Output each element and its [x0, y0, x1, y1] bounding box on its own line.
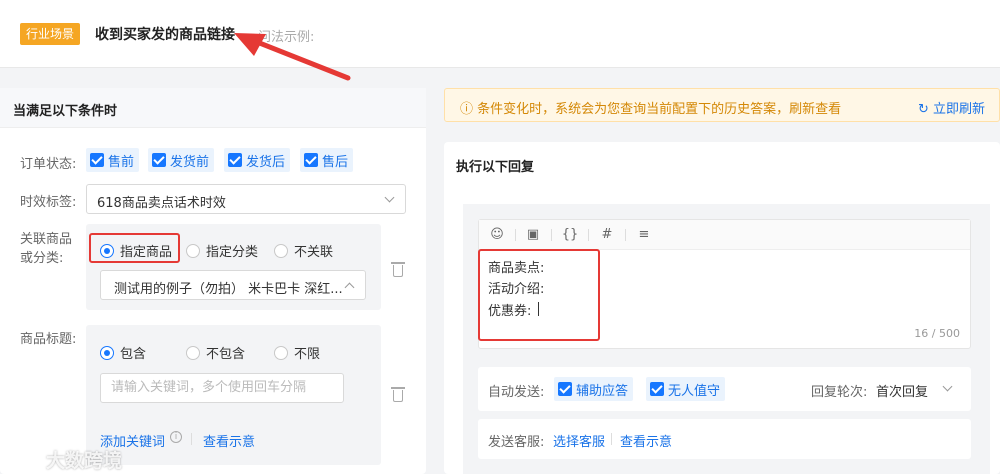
- radio-not-contains[interactable]: 不包含: [186, 343, 245, 362]
- radio-icon: [274, 345, 288, 360]
- checkbox-checked-icon: [90, 153, 104, 167]
- refresh-now-link[interactable]: ↻ 立即刷新: [918, 98, 985, 117]
- editor-toolbar: ☺ ▣ {} # ≡: [479, 220, 970, 250]
- variable-icon[interactable]: {}: [561, 226, 579, 244]
- editor-line-selling-points: 商品卖点:: [488, 261, 545, 276]
- delete-icon[interactable]: [391, 262, 405, 277]
- radio-unlimited[interactable]: 不限: [274, 343, 320, 362]
- view-example-link[interactable]: 查看示意: [203, 431, 255, 450]
- text-cursor: [538, 302, 539, 316]
- info-icon: i: [170, 431, 182, 443]
- checkbox-checked-icon: [228, 153, 242, 167]
- divider: [588, 229, 589, 241]
- header-bar: 行业场景 收到买家发的商品链接 问法示例:: [0, 0, 1000, 68]
- divider: [611, 433, 612, 445]
- related-label-line1: 关联商品: [20, 232, 73, 247]
- product-select[interactable]: 测试用的例子（勿拍） 米卡巴卡 深红...: [100, 270, 366, 300]
- auto-send-row: 自动发送: 辅助应答 无人值守 回复轮次: 首次回复: [478, 367, 971, 411]
- radio-contains[interactable]: 包含: [100, 343, 146, 362]
- auto-send-label: 自动发送:: [488, 385, 545, 400]
- conditions-title: 当满足以下条件时: [13, 104, 118, 119]
- keyword-input[interactable]: 请输入关键词，多个使用回车分隔: [100, 373, 344, 403]
- select-service-link[interactable]: 选择客服: [553, 431, 605, 450]
- product-select-value: 测试用的例子（勿拍） 米卡巴卡 深红...: [114, 282, 343, 297]
- scene-title: 收到买家发的商品链接: [95, 27, 235, 43]
- editor-line-coupon: 优惠券:: [488, 304, 532, 319]
- chevron-down-icon: [384, 192, 395, 203]
- radio-icon: [186, 243, 200, 258]
- time-tag-select[interactable]: 618商品卖点话术时效: [86, 184, 406, 214]
- editor-line-activity: 活动介绍:: [488, 282, 545, 297]
- watermark: 大数跨境: [8, 446, 122, 473]
- related-options-box: 指定商品 指定分类 不关联 测试用的例子（勿拍） 米卡巴卡 深红...: [86, 224, 381, 310]
- industry-scene-tag: 行业场景: [20, 23, 81, 45]
- reply-rounds-value: 首次回复: [876, 385, 929, 400]
- delete-icon[interactable]: [391, 387, 405, 402]
- product-title-label: 商品标题:: [20, 332, 77, 347]
- char-counter: 16 / 500: [914, 327, 960, 340]
- reply-title: 执行以下回复: [456, 160, 535, 175]
- product-title-box: 包含 不包含 不限 请输入关键词，多个使用回车分隔 添加关键词 i 查看示意: [86, 325, 381, 465]
- checkbox-checked-icon: [650, 382, 664, 396]
- send-service-row: 发送客服: 选择客服 查看示意: [478, 419, 971, 459]
- radio-icon: [274, 243, 288, 258]
- order-status-presale[interactable]: 售前: [86, 148, 140, 172]
- separator-icon[interactable]: ≡: [635, 226, 653, 244]
- order-status-before-ship[interactable]: 发货前: [148, 148, 215, 172]
- related-label-line2: 或分类:: [20, 251, 64, 266]
- order-status-after-ship[interactable]: 发货后: [224, 148, 291, 172]
- chevron-down-icon: [942, 381, 953, 392]
- checkbox-checked-icon: [558, 382, 572, 396]
- time-tag-label: 时效标签:: [20, 195, 77, 210]
- radio-specified-category[interactable]: 指定分类: [186, 241, 258, 260]
- divider: [515, 229, 516, 241]
- hashtag-icon[interactable]: #: [598, 226, 616, 244]
- conditions-panel: 当满足以下条件时 订单状态: 售前 发货前 发货后 售后 时效标签: 618商品…: [0, 88, 426, 474]
- radio-selected-icon: [100, 243, 114, 258]
- chevron-up-icon: [344, 282, 355, 293]
- watermark-logo-icon: [8, 451, 42, 469]
- emoji-icon[interactable]: ☺: [488, 226, 506, 244]
- auto-send-assist[interactable]: 辅助应答: [554, 377, 634, 401]
- radio-icon: [186, 345, 200, 360]
- annotation-arrow: [234, 33, 351, 81]
- send-service-label: 发送客服:: [488, 435, 545, 450]
- reply-rounds-select[interactable]: 首次回复: [876, 375, 961, 403]
- notice-bar: ⓘ 条件变化时，系统会为您查询当前配置下的历史答案，刷新查看 ↻ 立即刷新: [444, 88, 1000, 122]
- view-example-link[interactable]: 查看示意: [620, 431, 672, 450]
- auto-send-unattended[interactable]: 无人值守: [646, 377, 726, 401]
- order-status-label: 订单状态:: [20, 157, 77, 172]
- order-status-aftersale[interactable]: 售后: [300, 148, 354, 172]
- reply-editor[interactable]: ☺ ▣ {} # ≡ 商品卖点: 活动介绍: 优惠券: 16 / 500: [478, 219, 971, 349]
- divider: [551, 229, 552, 241]
- divider: [191, 433, 192, 445]
- checkbox-checked-icon: [304, 153, 318, 167]
- radio-not-related[interactable]: 不关联: [274, 241, 333, 260]
- radio-selected-icon: [100, 345, 114, 360]
- image-icon[interactable]: ▣: [524, 226, 542, 244]
- reply-content-area: ☺ ▣ {} # ≡ 商品卖点: 活动介绍: 优惠券: 16 / 500 自动发…: [463, 204, 990, 474]
- checkbox-checked-icon: [152, 153, 166, 167]
- reply-panel: 执行以下回复 ☺ ▣ {} # ≡ 商品卖点: 活动介绍: 优惠券: 16 / …: [444, 142, 1000, 474]
- reply-rounds-label: 回复轮次:: [811, 385, 868, 400]
- time-tag-value: 618商品卖点话术时效: [97, 196, 226, 211]
- notice-text: ⓘ 条件变化时，系统会为您查询当前配置下的历史答案，刷新查看: [460, 102, 842, 117]
- conditions-header: 当满足以下条件时: [0, 88, 426, 128]
- radio-specified-product[interactable]: 指定商品: [100, 241, 172, 260]
- divider: [625, 229, 626, 241]
